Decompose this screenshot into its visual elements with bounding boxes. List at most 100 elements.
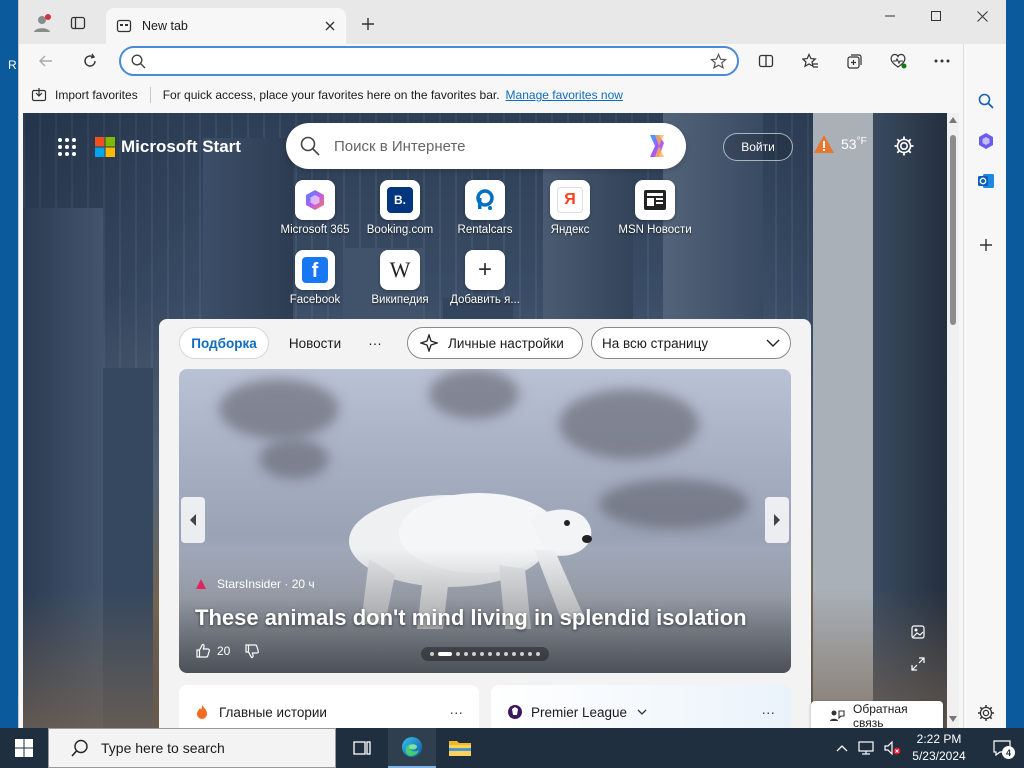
slide-dot[interactable] <box>430 652 434 656</box>
volume-muted-icon[interactable] <box>884 741 902 755</box>
start-button[interactable] <box>0 728 48 768</box>
slide-dot[interactable] <box>504 652 508 656</box>
copilot-icon[interactable] <box>642 131 672 161</box>
file-explorer-icon[interactable] <box>436 728 484 768</box>
weather-widget[interactable]: 53 °F <box>813 133 867 155</box>
thumbs-down-icon[interactable] <box>244 643 260 659</box>
favorites-icon[interactable] <box>795 46 825 76</box>
add-quick-link[interactable]: + Добавить я... <box>443 250 527 306</box>
tab-new-tab[interactable]: New tab <box>106 8 346 44</box>
quick-link-microsoft-365[interactable]: Microsoft 365 <box>273 180 357 236</box>
premier-league-card[interactable]: Premier League ··· <box>491 685 791 728</box>
slide-dot[interactable] <box>512 652 516 656</box>
refresh-icon[interactable] <box>75 46 105 76</box>
feedback-button[interactable]: Обратная связь <box>811 701 943 728</box>
edge-taskbar-icon[interactable] <box>388 728 436 768</box>
slide-dot[interactable] <box>480 652 484 656</box>
taskbar-search-placeholder: Type here to search <box>101 740 225 756</box>
taskbar-clock[interactable]: 2:22 PM 5/23/2024 <box>904 731 974 765</box>
chevron-down-icon[interactable] <box>637 709 647 715</box>
manage-favorites-link[interactable]: Manage favorites now <box>506 88 623 102</box>
taskbar-search-box[interactable]: Type here to search <box>48 728 336 768</box>
back-icon[interactable] <box>31 46 61 76</box>
tab-podborka[interactable]: Подборка <box>179 327 269 359</box>
scroll-down-arrow-icon[interactable] <box>949 716 957 722</box>
card-more-button[interactable]: ··· <box>450 705 464 720</box>
sidebar-microsoft-365-icon[interactable] <box>971 126 1001 156</box>
slide-dot[interactable] <box>464 652 468 656</box>
slide-dot[interactable] <box>528 652 532 656</box>
scroll-up-arrow-icon[interactable] <box>949 117 957 123</box>
previous-slide-button[interactable] <box>181 497 205 543</box>
slide-dot[interactable] <box>520 652 524 656</box>
facebook-glyph: f <box>302 257 328 283</box>
import-favorites-icon[interactable] <box>31 87 47 103</box>
story-source[interactable]: StarsInsider · 20 ч <box>195 577 315 591</box>
apps-grid-icon[interactable] <box>57 137 77 157</box>
scrollbar-thumb[interactable] <box>950 135 956 325</box>
story-title[interactable]: These animals don't mind living in splen… <box>195 605 747 631</box>
more-tabs-button[interactable]: ··· <box>361 327 389 359</box>
chevron-up-icon[interactable] <box>836 744 848 752</box>
sidebar-search-icon[interactable] <box>971 86 1001 116</box>
search-icon <box>71 739 89 757</box>
card-more-button[interactable]: ··· <box>762 705 776 720</box>
favorite-star-icon[interactable] <box>710 52 727 70</box>
workspaces-icon[interactable] <box>63 8 93 38</box>
address-input[interactable] <box>156 53 710 69</box>
hero-story-card[interactable]: StarsInsider · 20 ч These animals don't … <box>179 369 791 673</box>
rock-graphic <box>599 479 749 529</box>
quick-link-wikipedia[interactable]: W Википедия <box>358 250 442 306</box>
page-settings-gear-icon[interactable] <box>893 135 915 157</box>
quick-link-facebook[interactable]: f Facebook <box>273 250 357 306</box>
thumbs-up-icon[interactable] <box>195 643 211 659</box>
sidebar-outlook-icon[interactable] <box>971 166 1001 196</box>
profile-icon[interactable] <box>27 8 57 38</box>
tab-novosti[interactable]: Новости <box>283 327 347 359</box>
new-tab-plus-icon[interactable] <box>353 9 383 39</box>
top-stories-card[interactable]: Главные истории ··· <box>179 685 479 728</box>
desktop-icon-label: R <box>8 58 17 72</box>
quick-link-booking[interactable]: B. Booking.com <box>358 180 442 236</box>
slide-dot[interactable] <box>536 652 540 656</box>
new-tab-page: Microsoft Start Войти 53 °F <box>23 113 947 728</box>
browser-essentials-icon[interactable] <box>883 46 913 76</box>
microsoft-start-logo[interactable]: Microsoft Start <box>95 137 241 157</box>
quick-link-msn-news[interactable]: MSN Новости <box>613 180 697 236</box>
tab-title: New tab <box>142 19 188 33</box>
split-screen-icon[interactable] <box>751 46 781 76</box>
notification-center-button[interactable]: 4 <box>980 728 1024 768</box>
rock-graphic <box>259 439 329 479</box>
network-icon[interactable] <box>858 741 874 755</box>
slide-dot[interactable] <box>456 652 460 656</box>
sidebar-add-icon[interactable] <box>971 230 1001 260</box>
background-image-icon[interactable] <box>911 625 925 639</box>
slide-dot[interactable] <box>488 652 492 656</box>
sidebar-settings-gear-icon[interactable] <box>971 698 1001 728</box>
web-search-input[interactable] <box>334 137 642 155</box>
premier-league-title: Premier League <box>531 704 628 720</box>
close-tab-icon[interactable] <box>324 20 336 32</box>
collections-icon[interactable] <box>839 46 869 76</box>
sign-in-button[interactable]: Войти <box>723 133 793 161</box>
booking-glyph: B. <box>387 187 413 213</box>
personalize-sparkle-icon <box>420 334 438 352</box>
expand-icon[interactable] <box>911 657 925 671</box>
slide-dot[interactable] <box>472 652 476 656</box>
web-search-box[interactable] <box>286 123 686 169</box>
page-scrollbar[interactable] <box>947 113 959 728</box>
layout-select[interactable]: На всю страницу <box>591 327 791 359</box>
next-slide-button[interactable] <box>765 497 789 543</box>
quick-link-rentalcars[interactable]: Rentalcars <box>443 180 527 236</box>
slide-dot[interactable] <box>438 652 452 656</box>
more-menu-icon[interactable] <box>927 46 957 76</box>
close-window-button[interactable] <box>959 0 1005 32</box>
personalize-button[interactable]: Личные настройки <box>407 327 583 359</box>
quick-link-yandex[interactable]: Я Яндекс <box>528 180 612 236</box>
minimize-button[interactable] <box>867 0 913 32</box>
maximize-button[interactable] <box>913 0 959 32</box>
address-bar[interactable] <box>119 46 739 76</box>
import-favorites-button[interactable]: Import favorites <box>55 88 138 102</box>
task-view-icon[interactable] <box>338 728 386 768</box>
slide-dot[interactable] <box>496 652 500 656</box>
